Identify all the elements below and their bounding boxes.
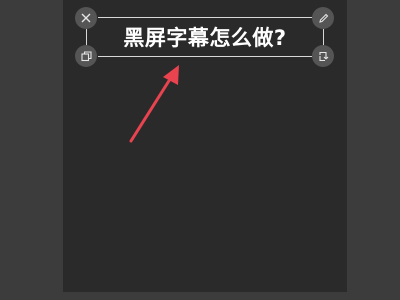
copy-handle[interactable] (75, 45, 97, 67)
delete-handle[interactable] (75, 7, 97, 29)
subtitle-text[interactable]: 黑屏字幕怎么做? (98, 18, 312, 56)
edit-icon (318, 13, 329, 24)
rotate-icon (318, 51, 329, 62)
edit-handle[interactable] (312, 7, 334, 29)
copy-icon (80, 50, 92, 62)
frame-left-line (86, 29, 87, 45)
close-icon (81, 13, 91, 23)
rotate-scale-handle[interactable] (312, 45, 334, 67)
subtitle-text-box[interactable]: 黑屏字幕怎么做? (98, 17, 312, 57)
frame-right-line (323, 29, 324, 45)
editor-workspace: 黑屏字幕怎么做? (0, 0, 400, 300)
